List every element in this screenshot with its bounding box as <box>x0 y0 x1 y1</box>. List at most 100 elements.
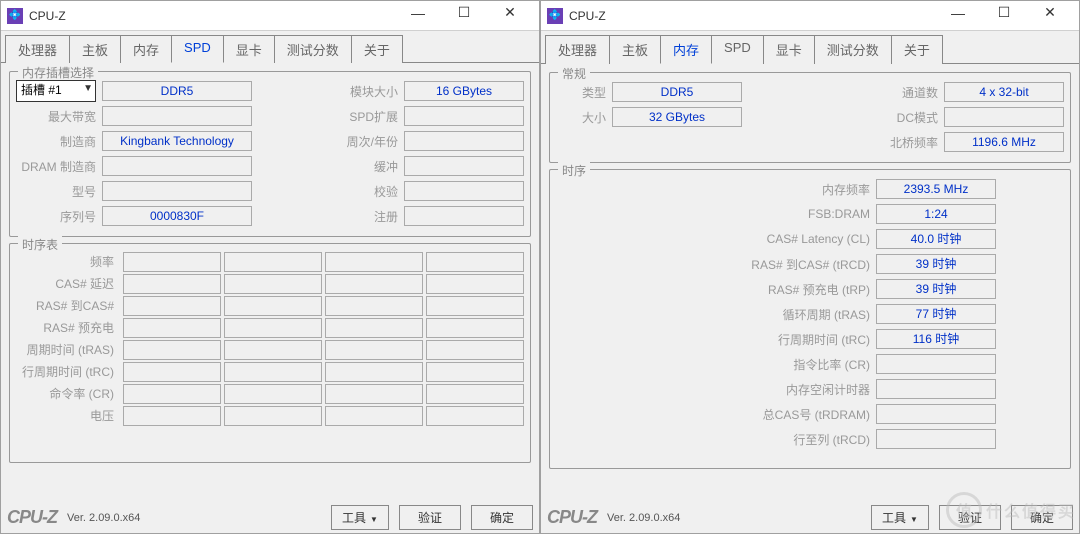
cpuz-icon: 💠 <box>7 8 23 24</box>
spd-label: DRAM 制造商 <box>16 158 102 175</box>
timing-label: 内存频率 <box>696 181 876 198</box>
tools-button[interactable]: 工具 <box>331 505 389 530</box>
spd-value: 0000830F <box>102 206 252 226</box>
cpuz-window-right: 💠 CPU-Z — ☐ ✕ 处理器 主板 内存 SPD 显卡 测试分数 关于 常… <box>540 0 1080 534</box>
spd-value: Kingbank Technology <box>102 131 252 151</box>
timing-value <box>876 354 996 374</box>
type-value: DDR5 <box>612 82 742 102</box>
tab-bench[interactable]: 测试分数 <box>274 35 352 63</box>
timing-label: CAS# 延迟 <box>16 274 120 294</box>
tools-button[interactable]: 工具 <box>871 505 929 530</box>
tab-mainboard[interactable]: 主板 <box>69 35 121 63</box>
timing-cell <box>123 296 221 316</box>
timing-label: 行至列 (tRCD) <box>696 431 876 448</box>
tab-graphics[interactable]: 显卡 <box>763 35 815 64</box>
size-label: 大小 <box>556 109 612 126</box>
titlebar[interactable]: 💠 CPU-Z — ☐ ✕ <box>1 1 539 31</box>
titlebar[interactable]: 💠 CPU-Z — ☐ ✕ <box>541 1 1079 31</box>
dcmode-value <box>944 107 1064 127</box>
timing-value <box>876 429 996 449</box>
type-label: 类型 <box>556 84 612 101</box>
spd-label: 缓冲 <box>252 158 404 175</box>
ok-button[interactable]: 确定 <box>471 505 533 530</box>
minimize-button[interactable]: — <box>395 0 441 28</box>
group-general: 常规 类型 DDR5 通道数 4 x 32-bit 大小 32 GBytes D… <box>549 72 1071 163</box>
timing-cell <box>123 274 221 294</box>
window-controls: — ☐ ✕ <box>395 4 533 28</box>
tab-about[interactable]: 关于 <box>351 35 403 63</box>
content-memory: 常规 类型 DDR5 通道数 4 x 32-bit 大小 32 GBytes D… <box>541 64 1079 502</box>
slot-type: DDR5 <box>102 81 252 101</box>
timing-cell <box>426 384 524 404</box>
timing-value: 39 时钟 <box>876 279 996 299</box>
size-value: 32 GBytes <box>612 107 742 127</box>
tab-graphics[interactable]: 显卡 <box>223 35 275 63</box>
timing-cell <box>325 362 423 382</box>
maximize-button[interactable]: ☐ <box>981 0 1027 28</box>
timing-label: RAS# 到CAS# <box>16 296 120 316</box>
tab-mainboard[interactable]: 主板 <box>609 35 661 64</box>
version-text: Ver. 2.09.0.x64 <box>67 512 140 524</box>
timing-label: RAS# 到CAS# (tRCD) <box>696 256 876 273</box>
verify-button[interactable]: 验证 <box>399 505 461 530</box>
timing-cell <box>325 296 423 316</box>
timing-cell <box>426 340 524 360</box>
timing-label: CAS# Latency (CL) <box>696 232 876 246</box>
slot-dropdown[interactable]: 插槽 #1 <box>16 80 96 102</box>
timing-cell <box>123 384 221 404</box>
close-button[interactable]: ✕ <box>487 0 533 28</box>
timing-label: 电压 <box>16 406 120 426</box>
timing-label: 行周期时间 (tRC) <box>16 362 120 382</box>
tab-bench[interactable]: 测试分数 <box>814 35 892 64</box>
timing-label: RAS# 预充电 (tRP) <box>696 281 876 298</box>
timing-cell <box>325 274 423 294</box>
nbfreq-value: 1196.6 MHz <box>944 132 1064 152</box>
tab-memory[interactable]: 内存 <box>660 35 712 64</box>
timing-cell <box>224 384 322 404</box>
timing-cell <box>123 340 221 360</box>
channels-value: 4 x 32-bit <box>944 82 1064 102</box>
app-title: CPU-Z <box>569 9 606 23</box>
timing-cell <box>426 406 524 426</box>
timing-label: 命令率 (CR) <box>16 384 120 404</box>
spd-label: 序列号 <box>16 208 102 225</box>
spd-value <box>404 156 524 176</box>
timing-cell <box>123 362 221 382</box>
timing-cell <box>325 340 423 360</box>
tab-spd[interactable]: SPD <box>711 35 764 64</box>
group-title-timings: 时序 <box>558 162 590 179</box>
tab-spd[interactable]: SPD <box>171 35 224 63</box>
minimize-button[interactable]: — <box>935 0 981 28</box>
timing-cell <box>224 362 322 382</box>
timing-cell <box>123 406 221 426</box>
timing-cell <box>224 318 322 338</box>
timing-cell <box>123 252 221 272</box>
spd-value <box>404 206 524 226</box>
timing-label: RAS# 预充电 <box>16 318 120 338</box>
tab-bar: 处理器 主板 内存 SPD 显卡 测试分数 关于 <box>541 31 1079 64</box>
timing-label: 周期时间 (tRAS) <box>16 340 120 360</box>
timing-cell <box>426 274 524 294</box>
timing-cell <box>426 252 524 272</box>
tab-cpu[interactable]: 处理器 <box>545 35 610 64</box>
timing-value: 116 时钟 <box>876 329 996 349</box>
maximize-button[interactable]: ☐ <box>441 0 487 28</box>
spd-label: SPD扩展 <box>252 108 404 125</box>
spd-value <box>404 181 524 201</box>
window-controls: — ☐ ✕ <box>935 4 1073 28</box>
timing-value <box>876 379 996 399</box>
timing-cell <box>325 252 423 272</box>
group-slot-select: 内存插槽选择 插槽 #1 DDR5 模块大小 16 GBytes 最大带宽 SP… <box>9 71 531 237</box>
watermark-icon: 值 <box>946 492 982 528</box>
tab-cpu[interactable]: 处理器 <box>5 35 70 63</box>
tab-about[interactable]: 关于 <box>891 35 943 64</box>
group-timings: 时序 内存频率 2393.5 MHzFSB:DRAM 1:24CAS# Late… <box>549 169 1071 469</box>
spd-value <box>102 181 252 201</box>
cpuz-window-left: 💠 CPU-Z — ☐ ✕ 处理器 主板 内存 SPD 显卡 测试分数 关于 内… <box>0 0 540 534</box>
spd-label: 周次/年份 <box>252 133 404 150</box>
timing-value: 2393.5 MHz <box>876 179 996 199</box>
close-button[interactable]: ✕ <box>1027 0 1073 28</box>
tab-memory[interactable]: 内存 <box>120 35 172 63</box>
group-title-slot: 内存插槽选择 <box>18 64 98 81</box>
timing-cell <box>224 406 322 426</box>
